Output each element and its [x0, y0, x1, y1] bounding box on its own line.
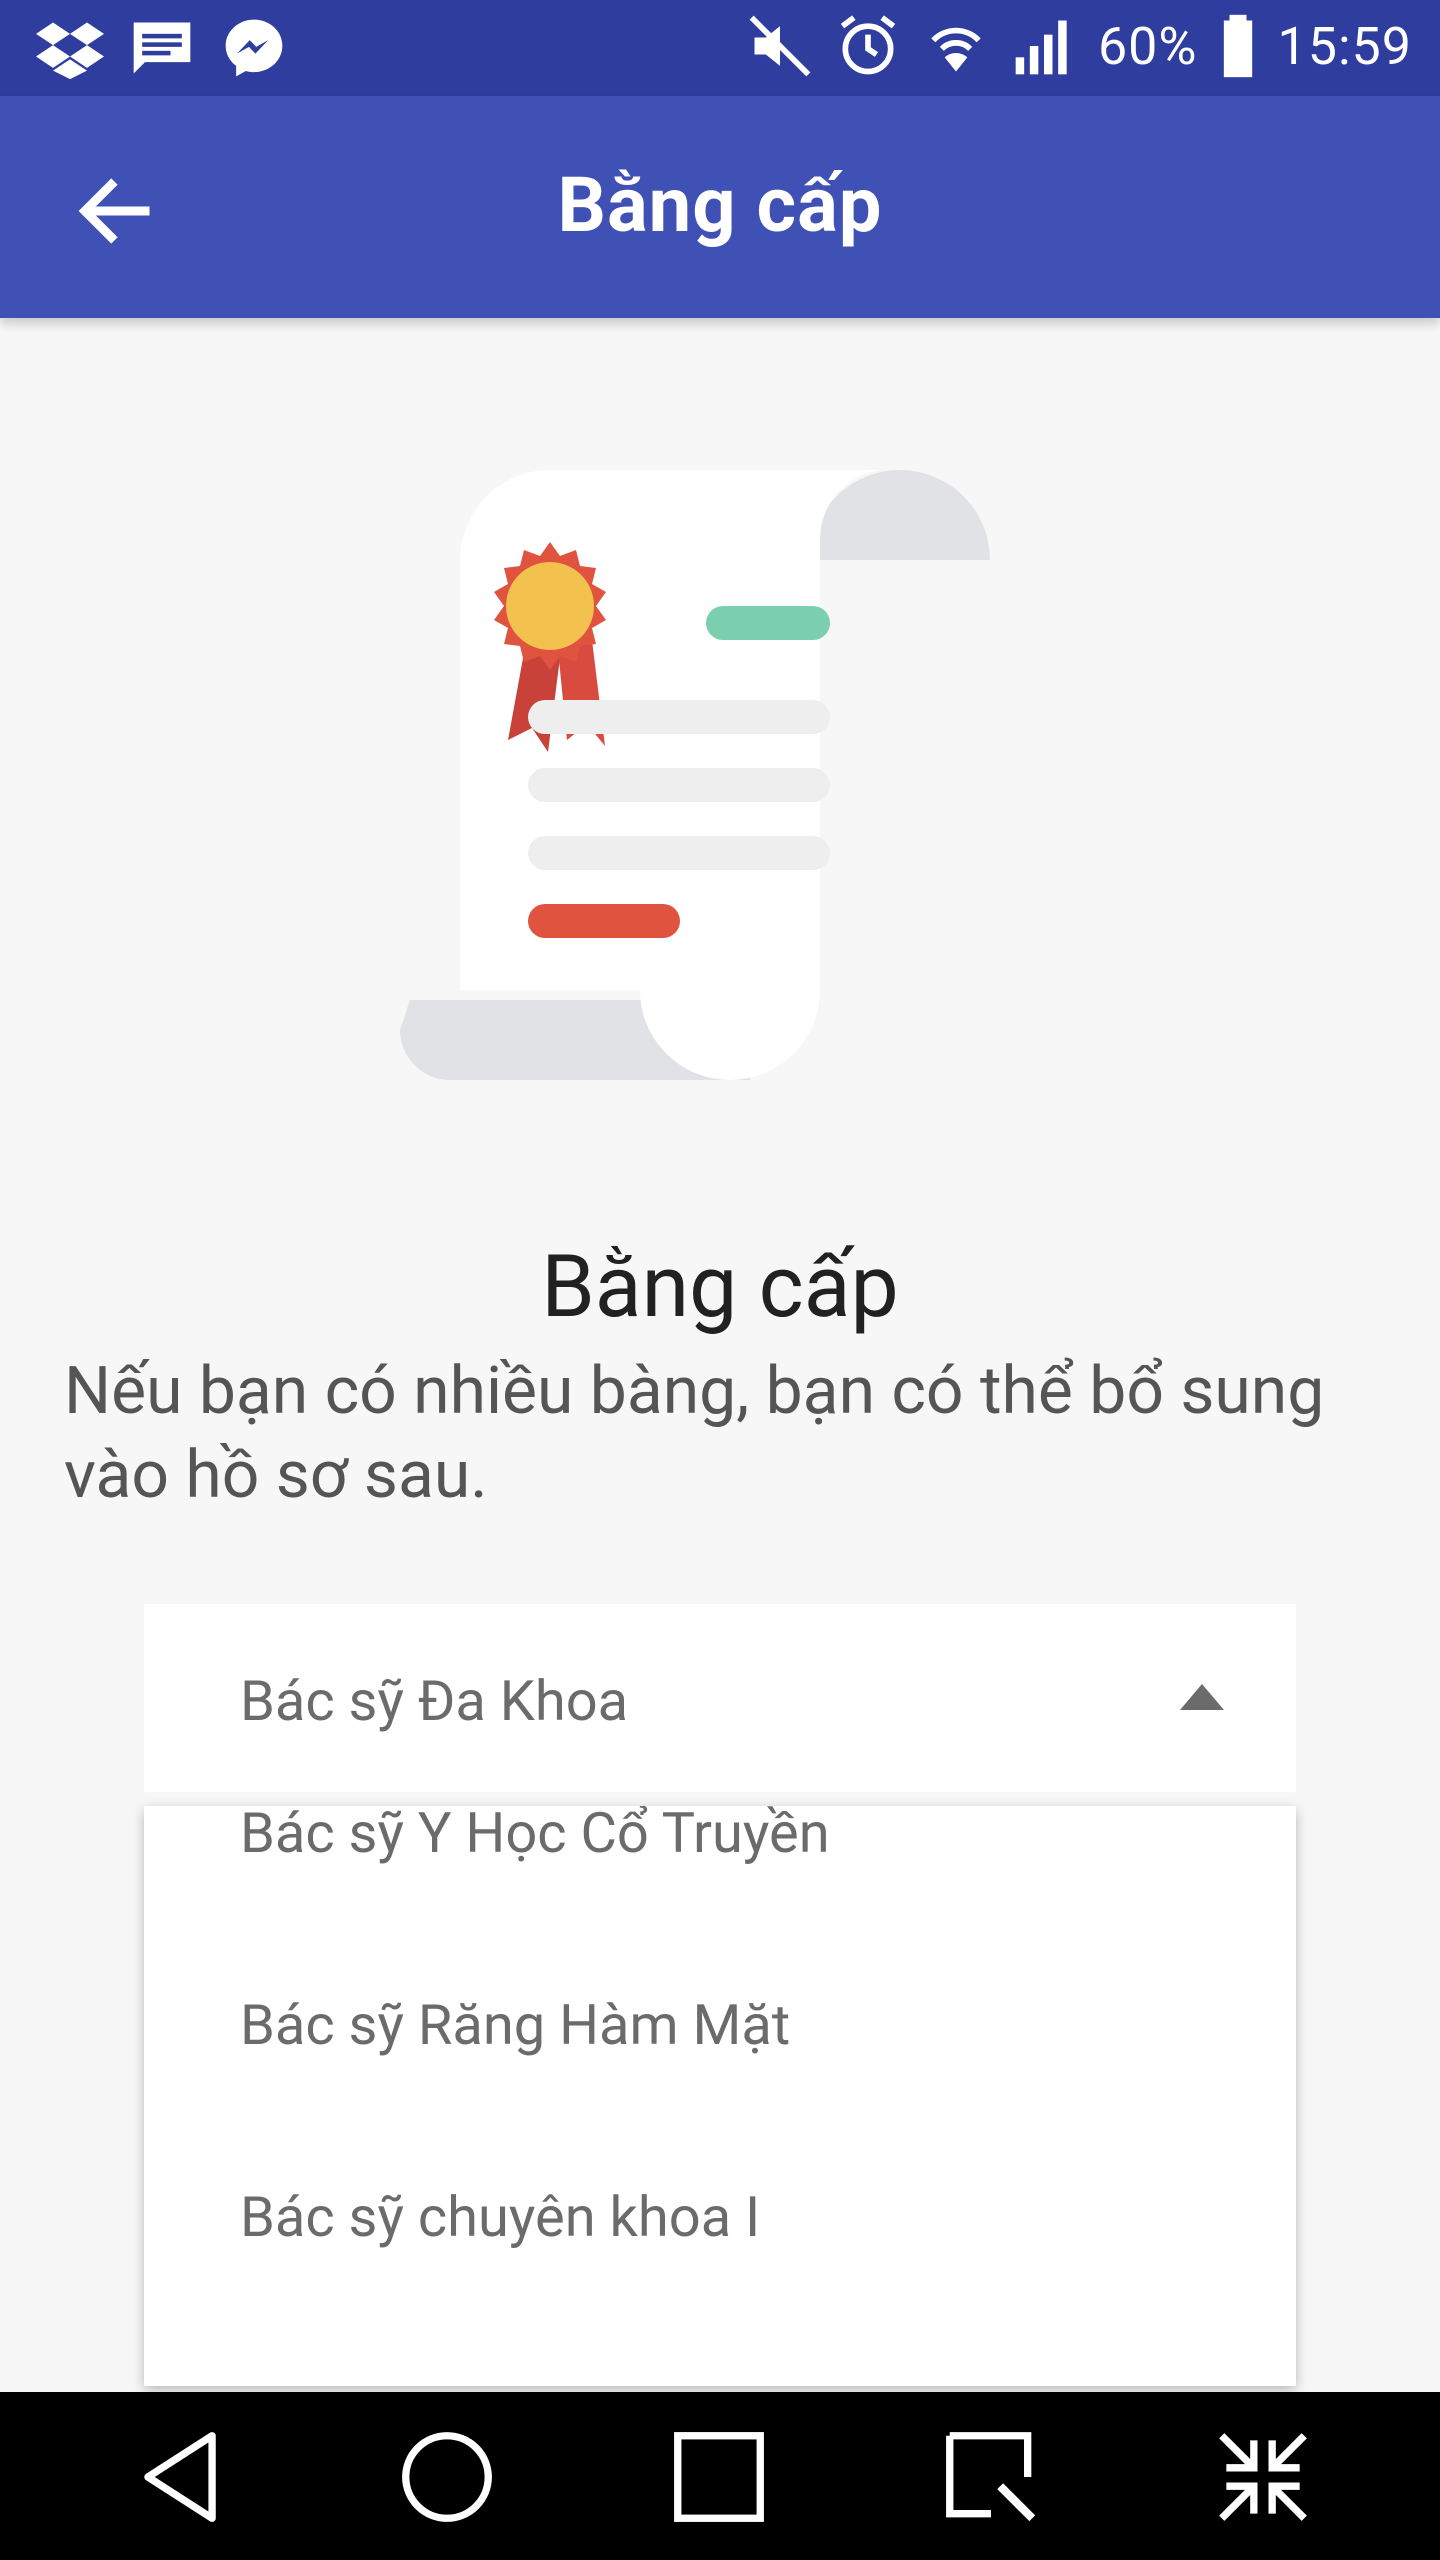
mute-icon — [749, 15, 811, 77]
dropdown-item[interactable]: Bác sỹ Y Học Cổ Truyền — [240, 1806, 830, 1866]
dropbox-icon — [36, 22, 104, 80]
dropdown-item[interactable]: Bác sỹ chuyên khoa I — [240, 2184, 760, 2250]
app-bar: Bằng cấp — [0, 96, 1440, 318]
battery-percent: 60% — [1097, 15, 1198, 77]
dropdown-item[interactable]: Bác sỹ Răng Hàm Mặt — [240, 1992, 790, 2058]
spinner-selected-value: Bác sỹ Đa Khoa — [240, 1668, 629, 1734]
screenshot-icon[interactable] — [936, 2422, 1046, 2532]
signal-icon — [1015, 20, 1067, 75]
degree-spinner[interactable]: Bác sỹ Đa Khoa — [144, 1604, 1296, 1792]
home-circle-icon[interactable] — [392, 2422, 502, 2532]
alarm-icon — [840, 15, 896, 75]
back-triangle-icon[interactable] — [125, 2422, 235, 2532]
degree-dropdown-list: Bác sỹ Y Học Cổ Truyền Bác sỹ Răng Hàm M… — [144, 1806, 1296, 2386]
section-description: Nếu bạn có nhiều bàng, bạn có thể bổ sun… — [64, 1353, 1325, 1514]
section-heading: Bằng cấp — [541, 1236, 899, 1337]
wifi-icon — [931, 27, 981, 72]
recents-square-icon[interactable] — [664, 2422, 774, 2532]
battery-icon — [1223, 14, 1252, 78]
messenger-icon — [225, 19, 283, 77]
navigation-bar — [0, 2392, 1440, 2560]
clock: 15:59 — [1277, 15, 1412, 77]
message-icon — [133, 22, 191, 74]
triangle-up-icon — [1180, 1684, 1224, 1710]
status-bar: 60% 15:59 — [0, 0, 1440, 96]
collapse-icon[interactable] — [1208, 2422, 1318, 2532]
page-title: Bằng cấp — [557, 160, 883, 250]
certificate-scroll-illustration — [400, 470, 990, 1080]
